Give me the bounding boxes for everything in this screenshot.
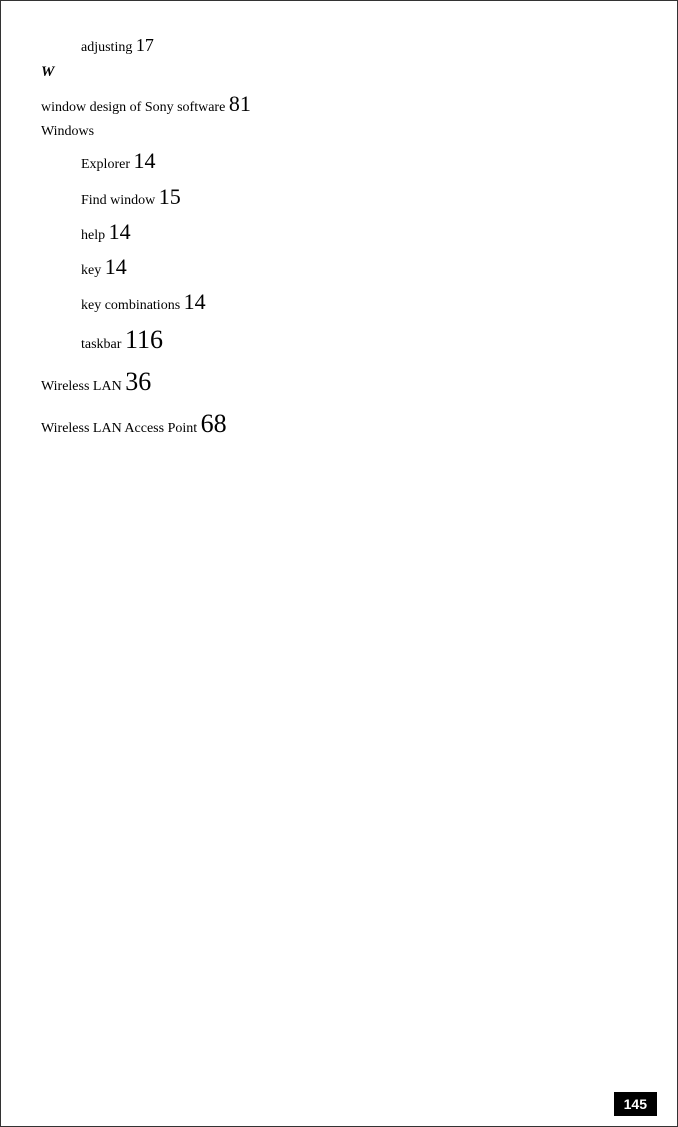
entry-text: Wireless LAN Access Point <box>41 421 201 436</box>
entry-page: 14 <box>105 254 127 279</box>
entry-page: 14 <box>184 289 206 314</box>
entry-key: key 14 <box>81 249 637 284</box>
entry-text: window design of Sony software <box>41 100 229 115</box>
entry-text: Find window <box>81 193 159 208</box>
entry-window-design: window design of Sony software 81 <box>41 86 637 121</box>
entry-text: key combinations <box>81 298 184 313</box>
entry-find-window: Find window 15 <box>81 179 637 214</box>
entry-page: 116 <box>125 325 163 354</box>
entry-taskbar: taskbar 116 <box>81 319 637 361</box>
page-content: adjusting 17 W window design of Sony sof… <box>1 1 677 504</box>
entry-page: 17 <box>136 35 154 55</box>
entry-text: key <box>81 263 105 278</box>
entry-page: 68 <box>201 409 227 438</box>
entry-wireless-lan-access-point: Wireless LAN Access Point 68 <box>41 403 637 445</box>
entry-text: taskbar <box>81 337 125 352</box>
entry-text: Windows <box>41 124 94 139</box>
entry-help: help 14 <box>81 214 637 249</box>
footer-number: 145 <box>624 1096 647 1112</box>
entry-windows: Windows <box>41 121 637 143</box>
entry-text: Wireless LAN <box>41 379 125 394</box>
entry-text: adjusting <box>81 40 136 55</box>
section-letter-w: W <box>41 64 54 80</box>
entry-explorer: Explorer 14 <box>81 143 637 178</box>
entry-wireless-lan: Wireless LAN 36 <box>41 361 637 403</box>
entry-page: 14 <box>133 148 155 173</box>
section-w: W <box>41 60 637 84</box>
entry-page: 15 <box>159 184 181 209</box>
entry-page: 36 <box>125 367 151 396</box>
entry-text: Explorer <box>81 157 133 172</box>
entry-text: help <box>81 228 109 243</box>
entry-key-combinations: key combinations 14 <box>81 284 637 319</box>
page-number-footer: 145 <box>614 1092 657 1116</box>
entry-adjusting: adjusting 17 <box>81 31 637 60</box>
entry-page: 14 <box>109 219 131 244</box>
entry-page: 81 <box>229 91 251 116</box>
